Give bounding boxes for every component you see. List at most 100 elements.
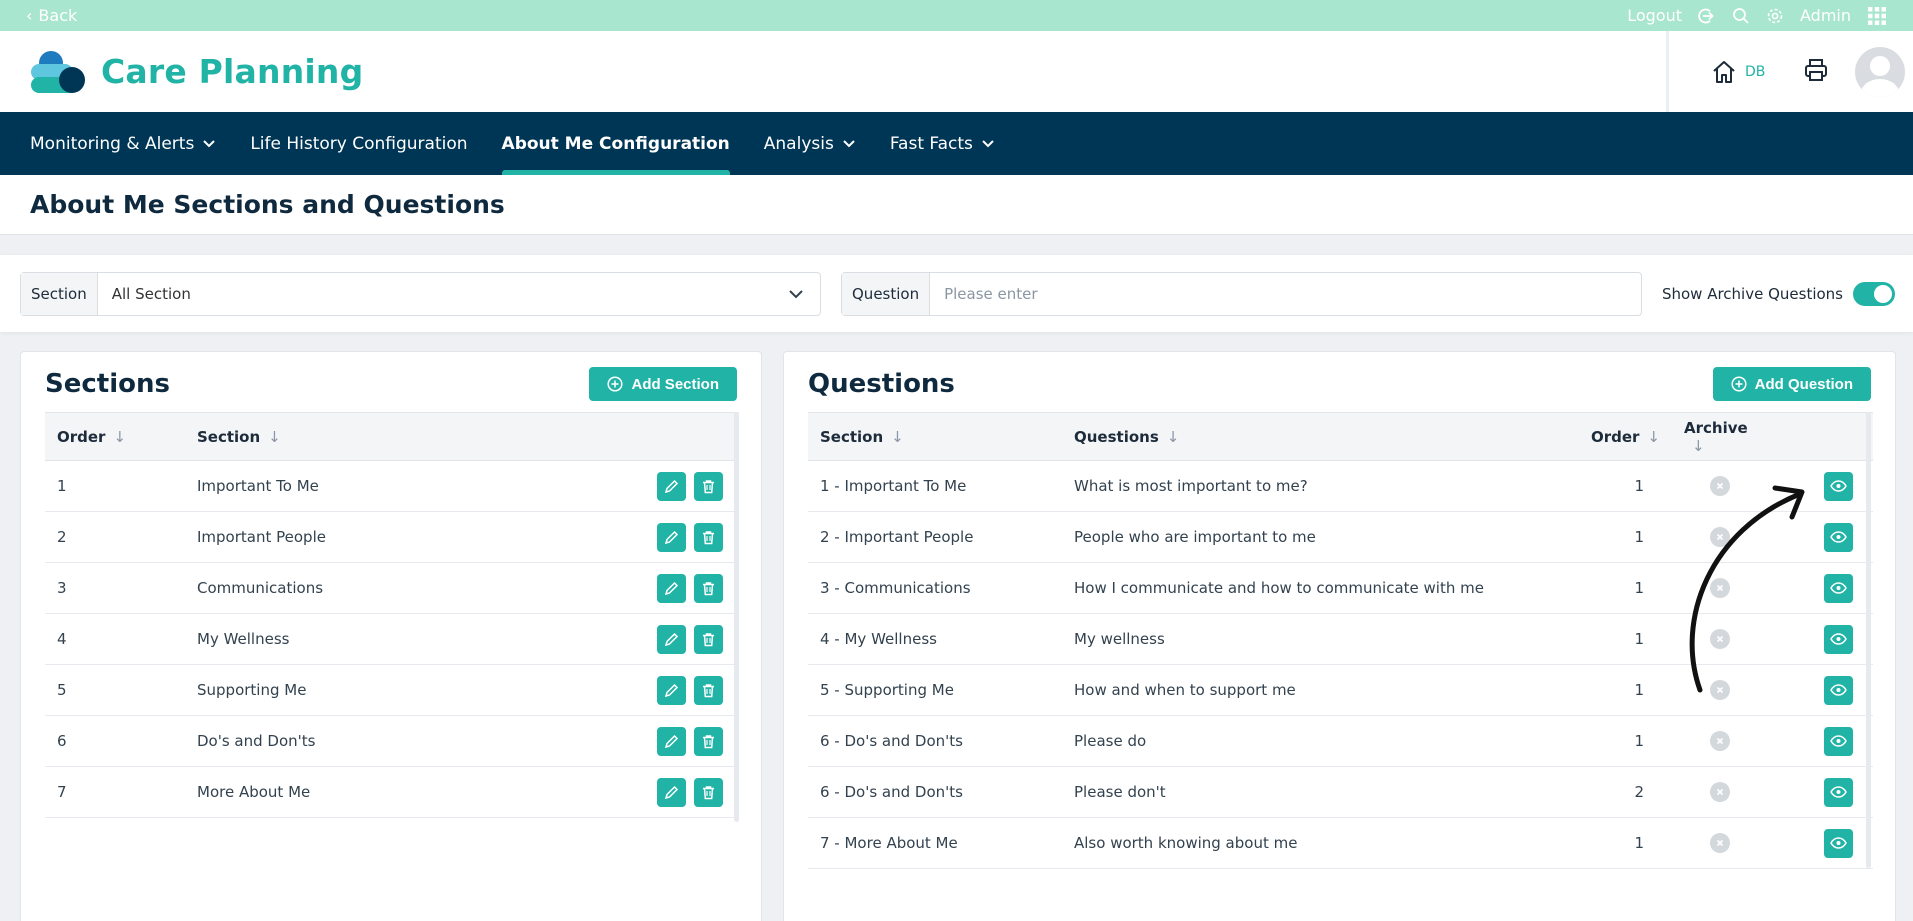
- section-order: 1: [57, 477, 67, 495]
- question-order: 1: [1634, 630, 1644, 648]
- edit-icon[interactable]: [657, 777, 686, 807]
- question-text: What is most important to me?: [1074, 477, 1308, 495]
- logout-link[interactable]: Logout: [1627, 6, 1682, 25]
- chevron-down-icon: [843, 139, 855, 147]
- care-planning-logo: [31, 50, 85, 93]
- main-nav: Monitoring & Alerts Life History Configu…: [0, 112, 1913, 175]
- brand[interactable]: Care Planning: [29, 50, 363, 94]
- trash-icon[interactable]: [694, 624, 723, 654]
- nav-monitoring-alerts[interactable]: Monitoring & Alerts: [30, 112, 216, 175]
- table-row: 7 - More About Me Also worth knowing abou…: [808, 818, 1873, 869]
- user-label[interactable]: Admin: [1800, 6, 1851, 25]
- question-section: 3 - Communications: [820, 579, 971, 597]
- archive-x-icon[interactable]: [1709, 629, 1730, 649]
- gear-icon[interactable]: [1766, 7, 1784, 25]
- question-order: 2: [1634, 783, 1644, 801]
- apps-grid-icon[interactable]: [1867, 6, 1887, 26]
- archive-x-icon[interactable]: [1709, 476, 1730, 496]
- archive-x-icon[interactable]: [1709, 578, 1730, 598]
- edit-icon[interactable]: [657, 573, 686, 603]
- col-order[interactable]: Order ↓: [45, 413, 185, 461]
- question-section: 7 - More About Me: [820, 834, 958, 852]
- trash-icon[interactable]: [694, 777, 723, 807]
- chevron-left-icon: ‹: [26, 6, 33, 25]
- nav-label: Life History Configuration: [250, 133, 468, 154]
- questions-table-wrap: Section ↓ Questions ↓ Order ↓ Archive↓ 1 - …: [808, 412, 1873, 869]
- trash-icon[interactable]: [694, 675, 723, 705]
- chevron-down-icon: [982, 139, 994, 147]
- add-question-button[interactable]: Add Question: [1712, 367, 1871, 401]
- table-row: 6 - Do's and Don'ts Please do 1: [808, 716, 1873, 767]
- section-select[interactable]: Section All Section: [20, 272, 821, 316]
- question-order: 1: [1634, 579, 1644, 597]
- eye-icon[interactable]: [1824, 522, 1853, 552]
- section-name: Do's and Don'ts: [197, 732, 316, 750]
- section-order: 3: [57, 579, 67, 597]
- edit-icon[interactable]: [657, 675, 686, 705]
- eye-icon[interactable]: [1824, 471, 1853, 501]
- sort-arrow-icon: ↓: [113, 427, 127, 446]
- eye-icon[interactable]: [1824, 675, 1853, 705]
- section-order: 5: [57, 681, 67, 699]
- avatar[interactable]: [1855, 46, 1906, 97]
- questions-panel: Questions Add Question Section ↓ Question…: [783, 351, 1896, 921]
- col-order[interactable]: Order ↓: [1562, 413, 1672, 461]
- question-text: Also worth knowing about me: [1074, 834, 1298, 852]
- edit-icon[interactable]: [657, 624, 686, 654]
- printer-icon[interactable]: [1803, 57, 1829, 87]
- eye-icon[interactable]: [1824, 777, 1853, 807]
- archive-x-icon[interactable]: [1709, 731, 1730, 751]
- logout-icon[interactable]: [1698, 7, 1716, 25]
- archive-toggle[interactable]: [1853, 282, 1895, 306]
- home-icon: [1713, 60, 1735, 83]
- col-archive[interactable]: Archive↓: [1672, 413, 1767, 461]
- nav-life-history-configuration[interactable]: Life History Configuration: [250, 112, 467, 175]
- col-questions[interactable]: Questions ↓: [1062, 413, 1562, 461]
- edit-icon[interactable]: [657, 471, 686, 501]
- questions-scrollbar[interactable]: [1866, 412, 1871, 868]
- back-link[interactable]: ‹ Back: [26, 6, 77, 25]
- section-order: 2: [57, 528, 67, 546]
- chevron-down-icon: [788, 273, 820, 315]
- col-section[interactable]: Section ↓: [808, 413, 1062, 461]
- eye-icon[interactable]: [1824, 828, 1853, 858]
- home-button[interactable]: DB: [1711, 59, 1765, 85]
- nav-fast-facts[interactable]: Fast Facts: [890, 112, 995, 175]
- table-row: 4 My Wellness: [45, 614, 739, 665]
- question-section: 6 - Do's and Don'ts: [820, 732, 963, 750]
- section-order: 6: [57, 732, 67, 750]
- eye-icon[interactable]: [1824, 726, 1853, 756]
- question-order: 1: [1634, 834, 1644, 852]
- app-title: Care Planning: [101, 52, 364, 91]
- trash-icon[interactable]: [694, 726, 723, 756]
- trash-icon[interactable]: [694, 573, 723, 603]
- trash-icon[interactable]: [694, 522, 723, 552]
- sections-scrollbar[interactable]: [734, 412, 739, 822]
- table-row: 3 - Communications How I communicate and …: [808, 563, 1873, 614]
- section-filter-label: Section: [21, 273, 98, 315]
- col-section[interactable]: Section ↓: [185, 413, 575, 461]
- nav-analysis[interactable]: Analysis: [764, 112, 856, 175]
- add-section-label: Add Section: [631, 375, 719, 393]
- trash-icon[interactable]: [694, 471, 723, 501]
- sort-arrow-icon: ↓: [891, 427, 904, 446]
- plus-circle-icon: [607, 376, 624, 392]
- add-section-button[interactable]: Add Section: [589, 367, 737, 401]
- edit-icon[interactable]: [657, 726, 686, 756]
- archive-x-icon[interactable]: [1709, 680, 1730, 700]
- question-text: People who are important to me: [1074, 528, 1316, 546]
- archive-x-icon[interactable]: [1709, 527, 1730, 547]
- archive-x-icon[interactable]: [1709, 782, 1730, 802]
- search-icon[interactable]: [1732, 7, 1750, 25]
- question-text: How I communicate and how to communicate…: [1074, 579, 1484, 597]
- edit-icon[interactable]: [657, 522, 686, 552]
- eye-icon[interactable]: [1824, 624, 1853, 654]
- question-input[interactable]: [930, 273, 1641, 315]
- eye-icon[interactable]: [1824, 573, 1853, 603]
- add-question-label: Add Question: [1754, 375, 1853, 393]
- table-row: 3 Communications: [45, 563, 739, 614]
- archive-x-icon[interactable]: [1709, 833, 1730, 853]
- nav-about-me-configuration[interactable]: About Me Configuration: [501, 112, 731, 175]
- section-name: Important People: [197, 528, 326, 546]
- sort-arrow-icon: ↓: [268, 427, 281, 446]
